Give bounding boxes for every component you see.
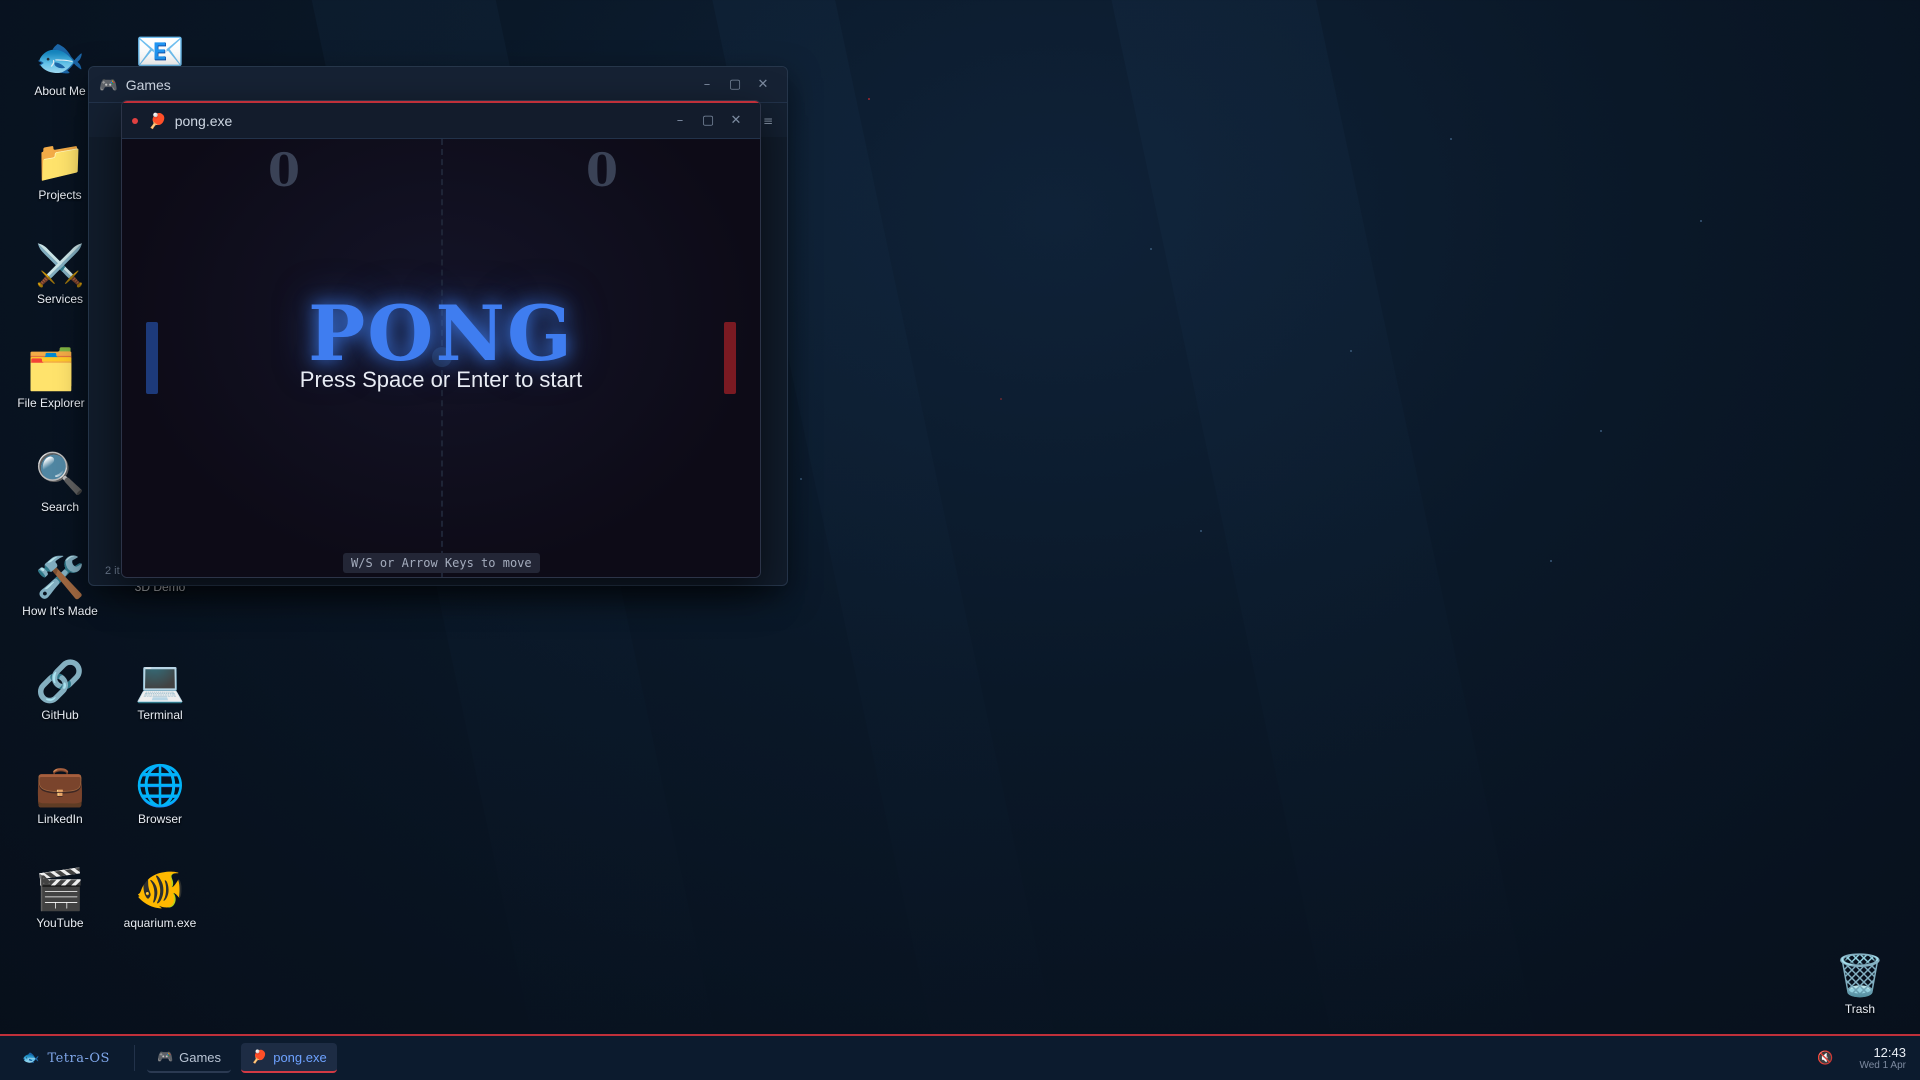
start-prompt: Press Space or Enter to start xyxy=(299,367,583,392)
clock-time: 12:43 xyxy=(1873,1045,1906,1060)
background-star xyxy=(868,98,870,100)
laptop-icon: 💻 xyxy=(135,659,185,705)
background-star xyxy=(1350,350,1352,352)
fish-logo-icon: 🐟 xyxy=(22,1050,40,1066)
desktop-icon-file-explorer[interactable]: 🗂️ File Explorer xyxy=(10,346,92,410)
background-star xyxy=(1600,430,1602,432)
taskbar-item-pong[interactable]: 🏓 pong.exe xyxy=(241,1043,337,1073)
games-window-title: Games xyxy=(125,76,171,93)
desktop-icon-label: How It's Made xyxy=(22,604,98,618)
taskbar-item-label: pong.exe xyxy=(273,1049,327,1065)
globe-icon: 🌐 xyxy=(135,763,185,809)
desktop-icon-label: Terminal xyxy=(137,708,183,722)
start-button[interactable]: 🐟 Tetra-OS xyxy=(14,1040,118,1076)
volume-muted-icon[interactable]: 🔇 xyxy=(1817,1051,1833,1066)
background-star xyxy=(1700,220,1702,222)
taskbar: 🐟 Tetra-OS 🎮 Games 🏓 pong.exe 🔇 12:43 We… xyxy=(0,1034,1920,1080)
ping-pong-icon: 🏓 xyxy=(148,111,167,130)
desktop-icon-github[interactable]: 🔗 GitHub xyxy=(10,658,110,722)
desktop-icon-label: GitHub xyxy=(41,708,79,722)
desktop-icon-terminal[interactable]: 💻 Terminal xyxy=(110,658,210,722)
score-right: 0 xyxy=(586,143,619,197)
controls-hint: W/S or Arrow Keys to move xyxy=(343,553,540,573)
clock-date: Wed 1 Apr xyxy=(1859,1060,1906,1071)
score-left: 0 xyxy=(268,143,301,197)
desktop-icon-label: aquarium.exe xyxy=(123,916,197,930)
background-star xyxy=(1550,560,1552,562)
taskbar-item-label: Games xyxy=(179,1049,222,1065)
desktop-icon-label: YouTube xyxy=(36,916,84,930)
background-star xyxy=(1000,398,1002,400)
close-button[interactable]: ✕ xyxy=(749,73,777,97)
desktop-icon-label: Trash xyxy=(1844,1002,1876,1016)
pong-window[interactable]: 🏓 pong.exe – ▢ ✕ 0 0 PONG Press Space or… xyxy=(121,100,761,578)
card-index-folder-icon: 🗂️ xyxy=(26,347,76,393)
menu-icon[interactable]: ≡ xyxy=(763,114,773,128)
briefcase-icon: 💼 xyxy=(35,763,85,809)
clapper-board-icon: 🎬 xyxy=(35,867,85,913)
background-star xyxy=(1200,530,1202,532)
tropical-fish-icon: 🐠 xyxy=(135,867,185,913)
desktop-icon-label: LinkedIn xyxy=(37,812,83,826)
maximize-button[interactable]: ▢ xyxy=(721,73,749,97)
games-window-status: 2 it xyxy=(105,565,120,577)
system-tray: 🔇 12:43 Wed 1 Apr xyxy=(1817,1045,1906,1071)
maximize-button[interactable]: ▢ xyxy=(694,109,722,133)
desktop-icon-label: Browser xyxy=(137,812,182,826)
pong-window-titlebar[interactable]: 🏓 pong.exe – ▢ ✕ xyxy=(122,101,760,139)
desktop-icon-aquarium[interactable]: 🐠 aquarium.exe xyxy=(110,866,210,930)
background-light-beam xyxy=(1097,0,1543,1080)
brand-label: Tetra-OS xyxy=(47,1050,110,1066)
taskbar-item-games[interactable]: 🎮 Games xyxy=(146,1043,232,1073)
desktop-icon-youtube[interactable]: 🎬 YouTube xyxy=(10,866,110,930)
ping-pong-icon: 🏓 xyxy=(251,1049,268,1065)
gamepad-icon: 🎮 xyxy=(99,75,118,94)
clock[interactable]: 12:43 Wed 1 Apr xyxy=(1859,1045,1906,1071)
taskbar-divider xyxy=(133,1045,135,1071)
desktop-icon-trash[interactable]: 🗑️ Trash xyxy=(1810,952,1910,1016)
desktop-icon-linkedin[interactable]: 💼 LinkedIn xyxy=(10,762,110,826)
link-icon: 🔗 xyxy=(35,659,85,705)
games-window-titlebar[interactable]: 🎮 Games – ▢ ✕ xyxy=(89,67,787,103)
minimize-button[interactable]: – xyxy=(693,73,721,97)
background-star xyxy=(800,478,802,480)
trash-icon: 🗑️ xyxy=(1835,953,1885,999)
close-button[interactable]: ✕ xyxy=(722,109,750,133)
pong-game-canvas[interactable]: 0 0 PONG Press Space or Enter to start W… xyxy=(122,139,760,577)
minimize-button[interactable]: – xyxy=(666,109,694,133)
background-star xyxy=(1450,138,1452,140)
desktop-icon-browser[interactable]: 🌐 Browser xyxy=(110,762,210,826)
gamepad-icon: 🎮 xyxy=(156,1049,174,1065)
game-title: PONG xyxy=(308,289,574,378)
desktop-icon-label: File Explorer xyxy=(17,396,85,410)
pong-window-title: pong.exe xyxy=(174,112,233,129)
background-star xyxy=(1150,248,1152,250)
active-indicator-dot xyxy=(132,117,138,124)
